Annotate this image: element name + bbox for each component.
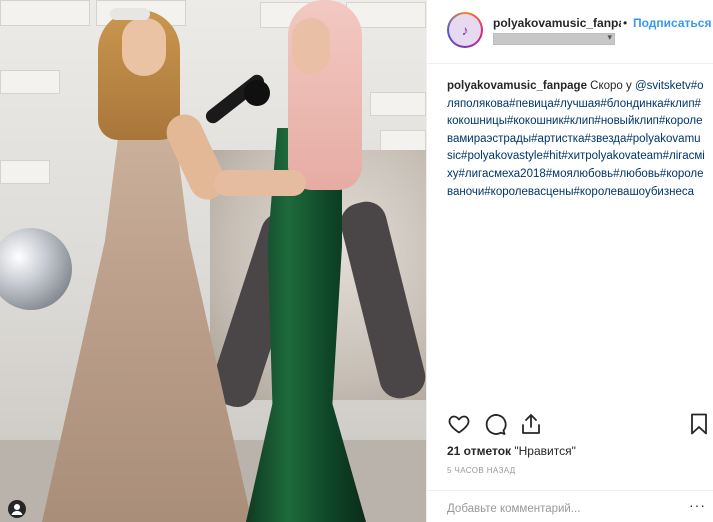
wall-brick — [0, 70, 60, 94]
post-sidebar: ♪ polyakovamusic_fanpa • Подписаться ▾ p… — [426, 0, 713, 522]
disco-ball — [0, 228, 72, 310]
face — [122, 18, 166, 76]
comment-box: ··· — [427, 490, 713, 522]
caption-hashtags[interactable]: #оляполякова#певица#лучшая#блондинка#кли… — [447, 80, 705, 198]
heart-icon[interactable] — [447, 412, 471, 436]
wall-brick — [370, 92, 426, 116]
avatar[interactable]: ♪ — [447, 12, 483, 48]
face — [292, 18, 330, 74]
arm — [214, 170, 306, 196]
header-separator: • — [623, 16, 628, 30]
likes-number: 21 отметок — [447, 444, 512, 458]
wall-brick — [0, 160, 50, 184]
microphone-head — [244, 80, 270, 106]
comment-icon[interactable] — [483, 412, 507, 436]
comment-input[interactable] — [447, 501, 677, 517]
instagram-post: ♪ polyakovamusic_fanpa • Подписаться ▾ p… — [0, 0, 713, 522]
tiara — [110, 8, 150, 20]
caption-text: Скоро у — [586, 80, 635, 92]
post-timestamp[interactable]: 5 ЧАСОВ НАЗАД — [447, 466, 516, 475]
location-redacted[interactable]: ▾ — [493, 32, 615, 45]
likes-label: "Нравится" — [511, 444, 576, 458]
follow-button[interactable]: Подписаться — [633, 16, 713, 30]
user-tag-icon[interactable] — [8, 500, 26, 518]
more-options-icon[interactable]: ··· — [689, 497, 706, 513]
share-icon[interactable] — [519, 412, 543, 436]
caption-mention[interactable]: @svitsketv — [635, 80, 691, 92]
avatar-image: ♪ — [449, 14, 481, 46]
post-header: ♪ polyakovamusic_fanpa • Подписаться ▾ — [427, 0, 713, 64]
likes-count[interactable]: 21 отметок "Нравится" — [447, 444, 576, 458]
chevron-down-icon: ▾ — [607, 32, 612, 42]
post-caption: polyakovamusic_fanpage Скоро у @svitsket… — [447, 78, 705, 201]
wall-brick — [0, 0, 90, 26]
post-photo[interactable] — [0, 0, 426, 522]
bookmark-icon[interactable] — [687, 412, 711, 436]
caption-username[interactable]: polyakovamusic_fanpage — [447, 80, 587, 92]
action-bar — [447, 412, 711, 438]
header-username[interactable]: polyakovamusic_fanpa — [493, 16, 621, 30]
